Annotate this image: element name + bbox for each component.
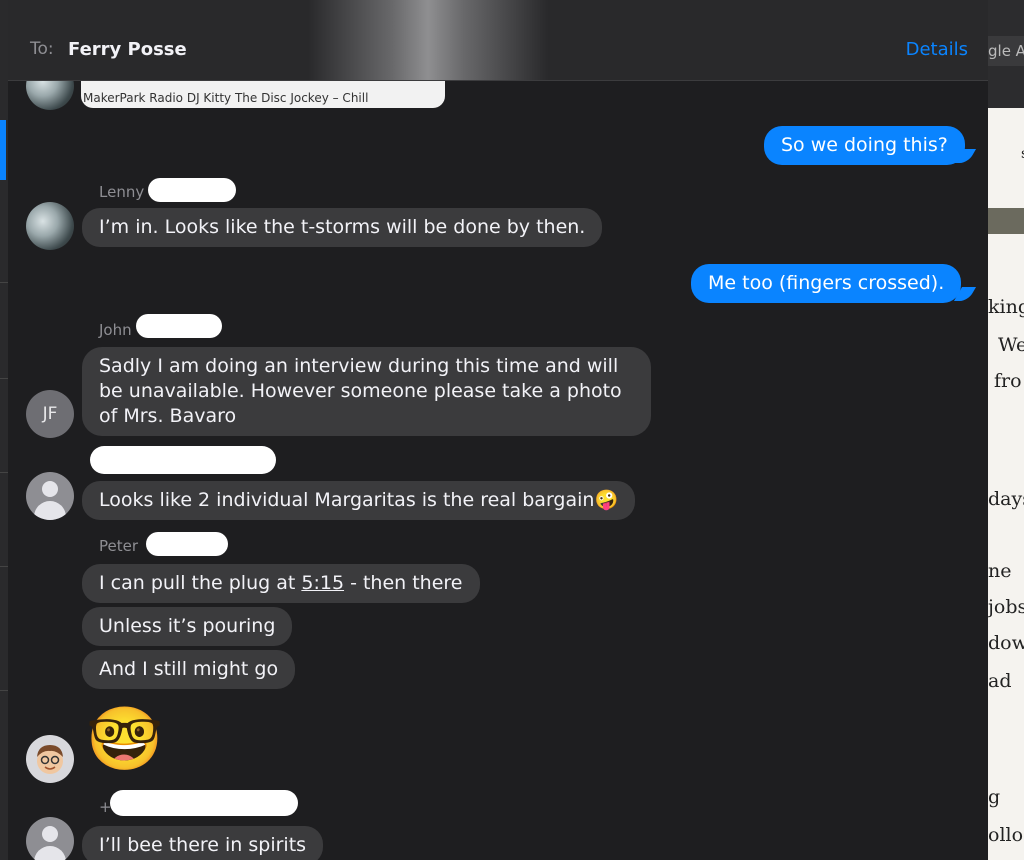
page-text-fragment: days bbox=[988, 488, 1024, 510]
link-preview-card[interactable]: MakerPark Radio DJ Kitty The Disc Jockey… bbox=[81, 80, 445, 108]
background-browser-window: gle A s king We fro days ne jobs dow ad … bbox=[988, 0, 1024, 860]
sidebar-selection-indicator bbox=[0, 120, 6, 180]
redacted-name bbox=[90, 446, 276, 474]
avatar-lenny[interactable] bbox=[26, 202, 74, 250]
page-text-fragment: ad bbox=[988, 670, 1012, 692]
messages-window: MakerPark Radio DJ Kitty The Disc Jockey… bbox=[8, 0, 988, 860]
message-text: Looks like 2 individual Margaritas is th… bbox=[99, 489, 595, 511]
page-text-fragment: ne bbox=[988, 560, 1012, 582]
person-icon-body bbox=[34, 846, 66, 860]
sender-name: John bbox=[99, 321, 132, 339]
divider bbox=[0, 566, 8, 567]
message-bubble-incoming[interactable]: I’ll bee there in spirits bbox=[82, 826, 324, 860]
page-text-fragment: dow bbox=[988, 632, 1024, 654]
message-bubble-incoming[interactable]: I’m in. Looks like the t-storms will be … bbox=[82, 208, 603, 247]
message-bubble-incoming[interactable]: Unless it’s pouring bbox=[82, 607, 293, 646]
page-text-fragment: jobs bbox=[988, 596, 1024, 618]
page-text-fragment: g bbox=[988, 786, 1001, 808]
sender-name: Peter bbox=[99, 537, 139, 555]
details-button[interactable]: Details bbox=[906, 39, 968, 60]
redacted-name bbox=[136, 314, 222, 338]
memoji-face-icon bbox=[37, 745, 63, 774]
message-line: of Mrs. Bavaro bbox=[99, 405, 237, 427]
sender-name: Lenny bbox=[99, 183, 145, 201]
message-text: I can pull the plug at bbox=[99, 572, 302, 594]
link-preview-title: MakerPark Radio DJ Kitty The Disc Jockey… bbox=[83, 91, 369, 105]
person-icon-head bbox=[42, 481, 58, 497]
person-icon-head bbox=[42, 826, 58, 842]
nerd-face-emoji[interactable]: 🤓 bbox=[86, 704, 163, 774]
message-bubble-outgoing[interactable]: Me too (fingers crossed). bbox=[691, 264, 962, 303]
time-link[interactable]: 5:15 bbox=[301, 572, 344, 594]
message-bubble-outgoing[interactable]: So we doing this? bbox=[764, 126, 965, 165]
avatar-memoji[interactable] bbox=[26, 735, 74, 783]
message-bubble-incoming[interactable]: Looks like 2 individual Margaritas is th… bbox=[82, 481, 636, 520]
message-text: - then there bbox=[344, 572, 463, 594]
divider bbox=[0, 282, 8, 283]
page-text-fragment: We bbox=[998, 334, 1024, 356]
redacted-name bbox=[148, 178, 236, 202]
person-icon-body bbox=[34, 501, 66, 520]
message-bubble-incoming[interactable]: And I still might go bbox=[82, 650, 296, 689]
avatar-generic[interactable] bbox=[26, 472, 74, 520]
page-image bbox=[988, 208, 1024, 234]
address-bar[interactable]: gle A bbox=[988, 36, 1024, 66]
blurred-region bbox=[308, 0, 548, 80]
redacted-name bbox=[110, 790, 298, 816]
divider bbox=[0, 472, 8, 473]
message-line: Sadly I am doing an interview during thi… bbox=[99, 355, 619, 377]
message-bubble-incoming[interactable]: I can pull the plug at 5:15 - then there bbox=[82, 564, 480, 603]
page-text-fragment: ollo bbox=[988, 824, 1024, 846]
conversation-header: To: Ferry Posse Details bbox=[8, 0, 988, 81]
zany-face-emoji: 🤪 bbox=[594, 489, 619, 511]
recipient-name[interactable]: Ferry Posse bbox=[68, 39, 187, 60]
avatar-generic[interactable] bbox=[26, 817, 74, 860]
message-line: be unavailable. However someone please t… bbox=[99, 380, 622, 402]
avatar-initials[interactable]: JF bbox=[26, 390, 74, 438]
browser-toolbar: gle A bbox=[988, 0, 1024, 108]
message-bubble-incoming[interactable]: Sadly I am doing an interview during thi… bbox=[82, 347, 651, 436]
redacted-name bbox=[146, 532, 228, 556]
page-text-fragment: king bbox=[988, 296, 1024, 318]
divider bbox=[0, 690, 8, 691]
page-text-fragment: fro bbox=[994, 370, 1022, 392]
to-label: To: bbox=[30, 39, 54, 59]
divider bbox=[0, 378, 8, 379]
